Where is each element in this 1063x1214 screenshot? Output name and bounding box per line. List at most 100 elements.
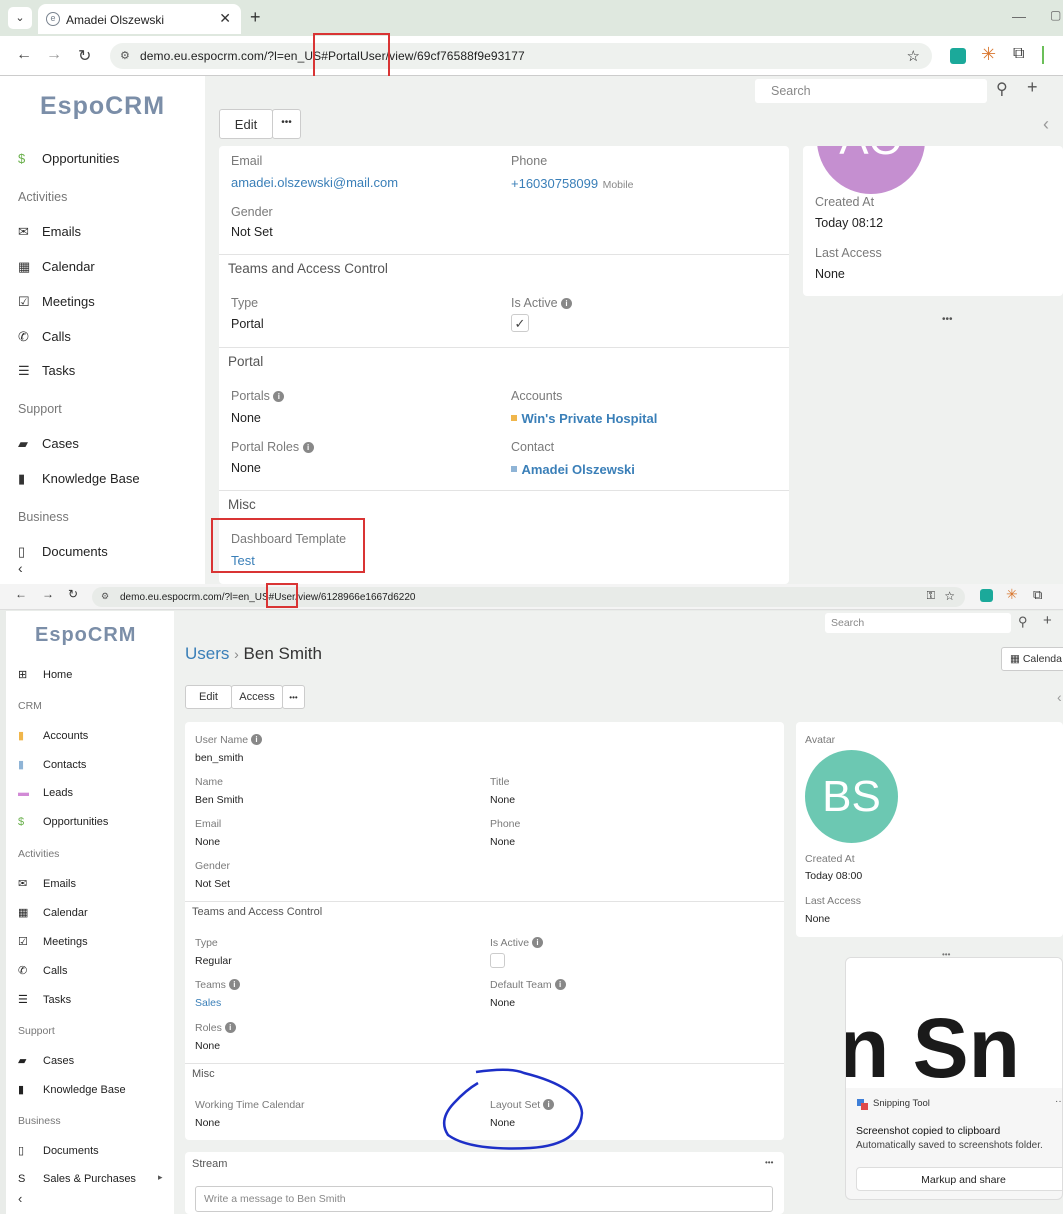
site-info-icon[interactable]: ⚙: [101, 591, 109, 602]
sidebar-item-knowledge-base[interactable]: ▮ Knowledge Base: [18, 471, 140, 487]
is-active-label: Is Active i: [490, 937, 544, 949]
section-teams-access: Teams and Access Control: [228, 261, 388, 276]
phone-icon: ✆: [18, 965, 28, 977]
back-button[interactable]: ←: [15, 587, 27, 601]
is-active-checkbox[interactable]: [490, 953, 505, 968]
extensions-puzzle-icon[interactable]: ⧉: [1013, 45, 1024, 63]
phone-link[interactable]: +16030758099: [511, 176, 598, 191]
sidebar-item-opportunities[interactable]: $ Opportunities: [18, 151, 119, 166]
snipping-tool-notification[interactable]: n Sn Snipping Tool ··· Screenshot copied…: [845, 957, 1063, 1200]
forward-button[interactable]: →: [42, 587, 54, 601]
sidebar-item-accounts[interactable]: ▮ Accounts: [18, 729, 88, 742]
side-panel-more-button[interactable]: •••: [942, 314, 953, 325]
back-button[interactable]: ←: [16, 46, 32, 64]
roles-label: Roles i: [195, 1022, 236, 1034]
collapse-sidebar-icon[interactable]: ‹: [18, 560, 23, 576]
sidebar-item-calendar[interactable]: ▦ Calendar: [18, 906, 88, 919]
collapse-sidebar-icon[interactable]: ‹: [18, 1191, 22, 1206]
sidebar-item-emails[interactable]: ✉ Emails: [18, 224, 81, 240]
browser-tab[interactable]: e Amadei Olszewski ✕: [38, 4, 241, 34]
sidebar-item-tasks[interactable]: ☰ Tasks: [18, 993, 71, 1006]
sidebar-item-home[interactable]: ⊞ Home: [18, 668, 72, 681]
sidebar-item-documents[interactable]: ▯ Documents: [18, 544, 108, 560]
info-icon[interactable]: i: [228, 979, 240, 990]
more-actions-button[interactable]: •••: [282, 685, 305, 709]
stream-more-button[interactable]: •••: [765, 1158, 773, 1167]
sidebar-item-knowledge-base[interactable]: ▮ Knowledge Base: [18, 1083, 126, 1096]
forward-button[interactable]: →: [46, 46, 62, 64]
bookmark-star-icon[interactable]: ☆: [906, 47, 920, 65]
edit-button[interactable]: Edit: [219, 109, 273, 139]
sidebar-item-meetings[interactable]: ☑ Meetings: [18, 935, 88, 948]
sidebar-group-activities: Activities: [18, 848, 60, 860]
created-at-label: Created At: [815, 195, 875, 209]
markup-and-share-button[interactable]: Markup and share: [856, 1167, 1062, 1191]
is-active-checkbox[interactable]: ✓: [511, 314, 529, 332]
created-at-label: Created At: [805, 853, 855, 865]
claude-extension-icon[interactable]: ✳: [1006, 586, 1018, 603]
stream-message-input[interactable]: Write a message to Ben Smith: [195, 1186, 773, 1212]
info-icon[interactable]: i: [532, 937, 544, 948]
espocrm-logo[interactable]: EspoCRM: [35, 624, 136, 647]
sidebar-item-calls[interactable]: ✆ Calls: [18, 964, 67, 977]
sidebar-item-calendar[interactable]: ▦ Calendar: [18, 259, 95, 275]
extension-icon[interactable]: [980, 589, 993, 602]
claude-extension-icon[interactable]: ✳: [981, 44, 996, 65]
info-icon[interactable]: i: [224, 1022, 236, 1033]
restore-window-button[interactable]: ▢: [1050, 8, 1061, 22]
reload-button[interactable]: ↻: [78, 46, 91, 66]
sidebar-item-emails[interactable]: ✉ Emails: [18, 877, 76, 890]
team-link[interactable]: Sales: [195, 997, 221, 1009]
sidebar-item-cases[interactable]: ▰ Cases: [18, 436, 79, 452]
more-actions-button[interactable]: •••: [272, 109, 301, 139]
expand-arrow-icon[interactable]: ▸: [158, 1172, 163, 1183]
close-tab-icon[interactable]: ✕: [219, 10, 231, 27]
email-link[interactable]: amadei.olszewski@mail.com: [231, 175, 398, 190]
sidebar-item-tasks[interactable]: ☰ Tasks: [18, 363, 75, 379]
edit-button[interactable]: Edit: [185, 685, 232, 709]
sidebar-item-cases[interactable]: ▰ Cases: [18, 1054, 74, 1067]
notification-more-button[interactable]: ···: [1055, 1096, 1062, 1107]
search-icon[interactable]: ⚲: [1018, 614, 1028, 630]
breadcrumb-users-link[interactable]: Users: [185, 644, 229, 663]
password-key-icon[interactable]: ⚿: [927, 590, 935, 603]
account-link[interactable]: Win's Private Hospital: [521, 411, 657, 426]
envelope-icon: ✉: [18, 878, 28, 890]
address-bar[interactable]: ⚙ demo.eu.espocrm.com/?l=en_US#User/view…: [92, 587, 965, 607]
quick-create-icon[interactable]: +: [1043, 612, 1052, 629]
sidebar-item-sales-purchases[interactable]: S Sales & Purchases: [18, 1173, 136, 1185]
site-info-icon[interactable]: ⚙: [120, 49, 130, 62]
sidebar-item-meetings[interactable]: ☑ Meetings: [18, 294, 95, 310]
tab-search-button[interactable]: ⌄: [8, 7, 32, 29]
collapse-right-icon[interactable]: ‹: [1043, 114, 1049, 135]
reload-button[interactable]: ↻: [68, 587, 78, 601]
bookmark-star-icon[interactable]: ☆: [944, 589, 955, 603]
info-icon[interactable]: i: [273, 391, 285, 402]
info-icon[interactable]: i: [554, 979, 566, 990]
address-bar[interactable]: ⚙ demo.eu.espocrm.com/?l=en_US#PortalUse…: [110, 43, 932, 69]
info-icon[interactable]: i: [561, 298, 573, 309]
global-search-input[interactable]: Search: [825, 613, 1011, 633]
info-icon[interactable]: i: [302, 442, 314, 453]
sidebar-item-leads[interactable]: ▬ Leads: [18, 787, 73, 799]
extension-icon[interactable]: [950, 48, 966, 64]
minimize-window-button[interactable]: —: [1012, 8, 1026, 24]
access-button[interactable]: Access: [231, 685, 283, 709]
title-value: None: [490, 794, 516, 806]
global-search-input[interactable]: Search: [755, 79, 987, 103]
sidebar-item-calls[interactable]: ✆ Calls: [18, 329, 71, 345]
info-icon[interactable]: i: [251, 734, 263, 745]
quick-create-icon[interactable]: +: [1027, 77, 1038, 98]
new-tab-button[interactable]: +: [250, 7, 261, 28]
extensions-puzzle-icon[interactable]: ⧉: [1033, 587, 1042, 603]
contact-link[interactable]: Amadei Olszewski: [521, 462, 634, 477]
sidebar-item-opportunities[interactable]: $ Opportunities: [18, 816, 108, 828]
sidebar-item-documents[interactable]: ▯ Documents: [18, 1144, 99, 1157]
espocrm-logo[interactable]: EspoCRM: [40, 92, 165, 121]
search-icon[interactable]: ⚲: [996, 79, 1008, 99]
sidebar-item-contacts[interactable]: ▮ Contacts: [18, 758, 86, 771]
collapse-right-icon[interactable]: ‹: [1057, 689, 1062, 705]
section-misc: Misc: [228, 497, 256, 512]
breadcrumb-separator: ›: [234, 646, 239, 662]
calendar-button[interactable]: ▦ Calenda: [1001, 647, 1063, 671]
